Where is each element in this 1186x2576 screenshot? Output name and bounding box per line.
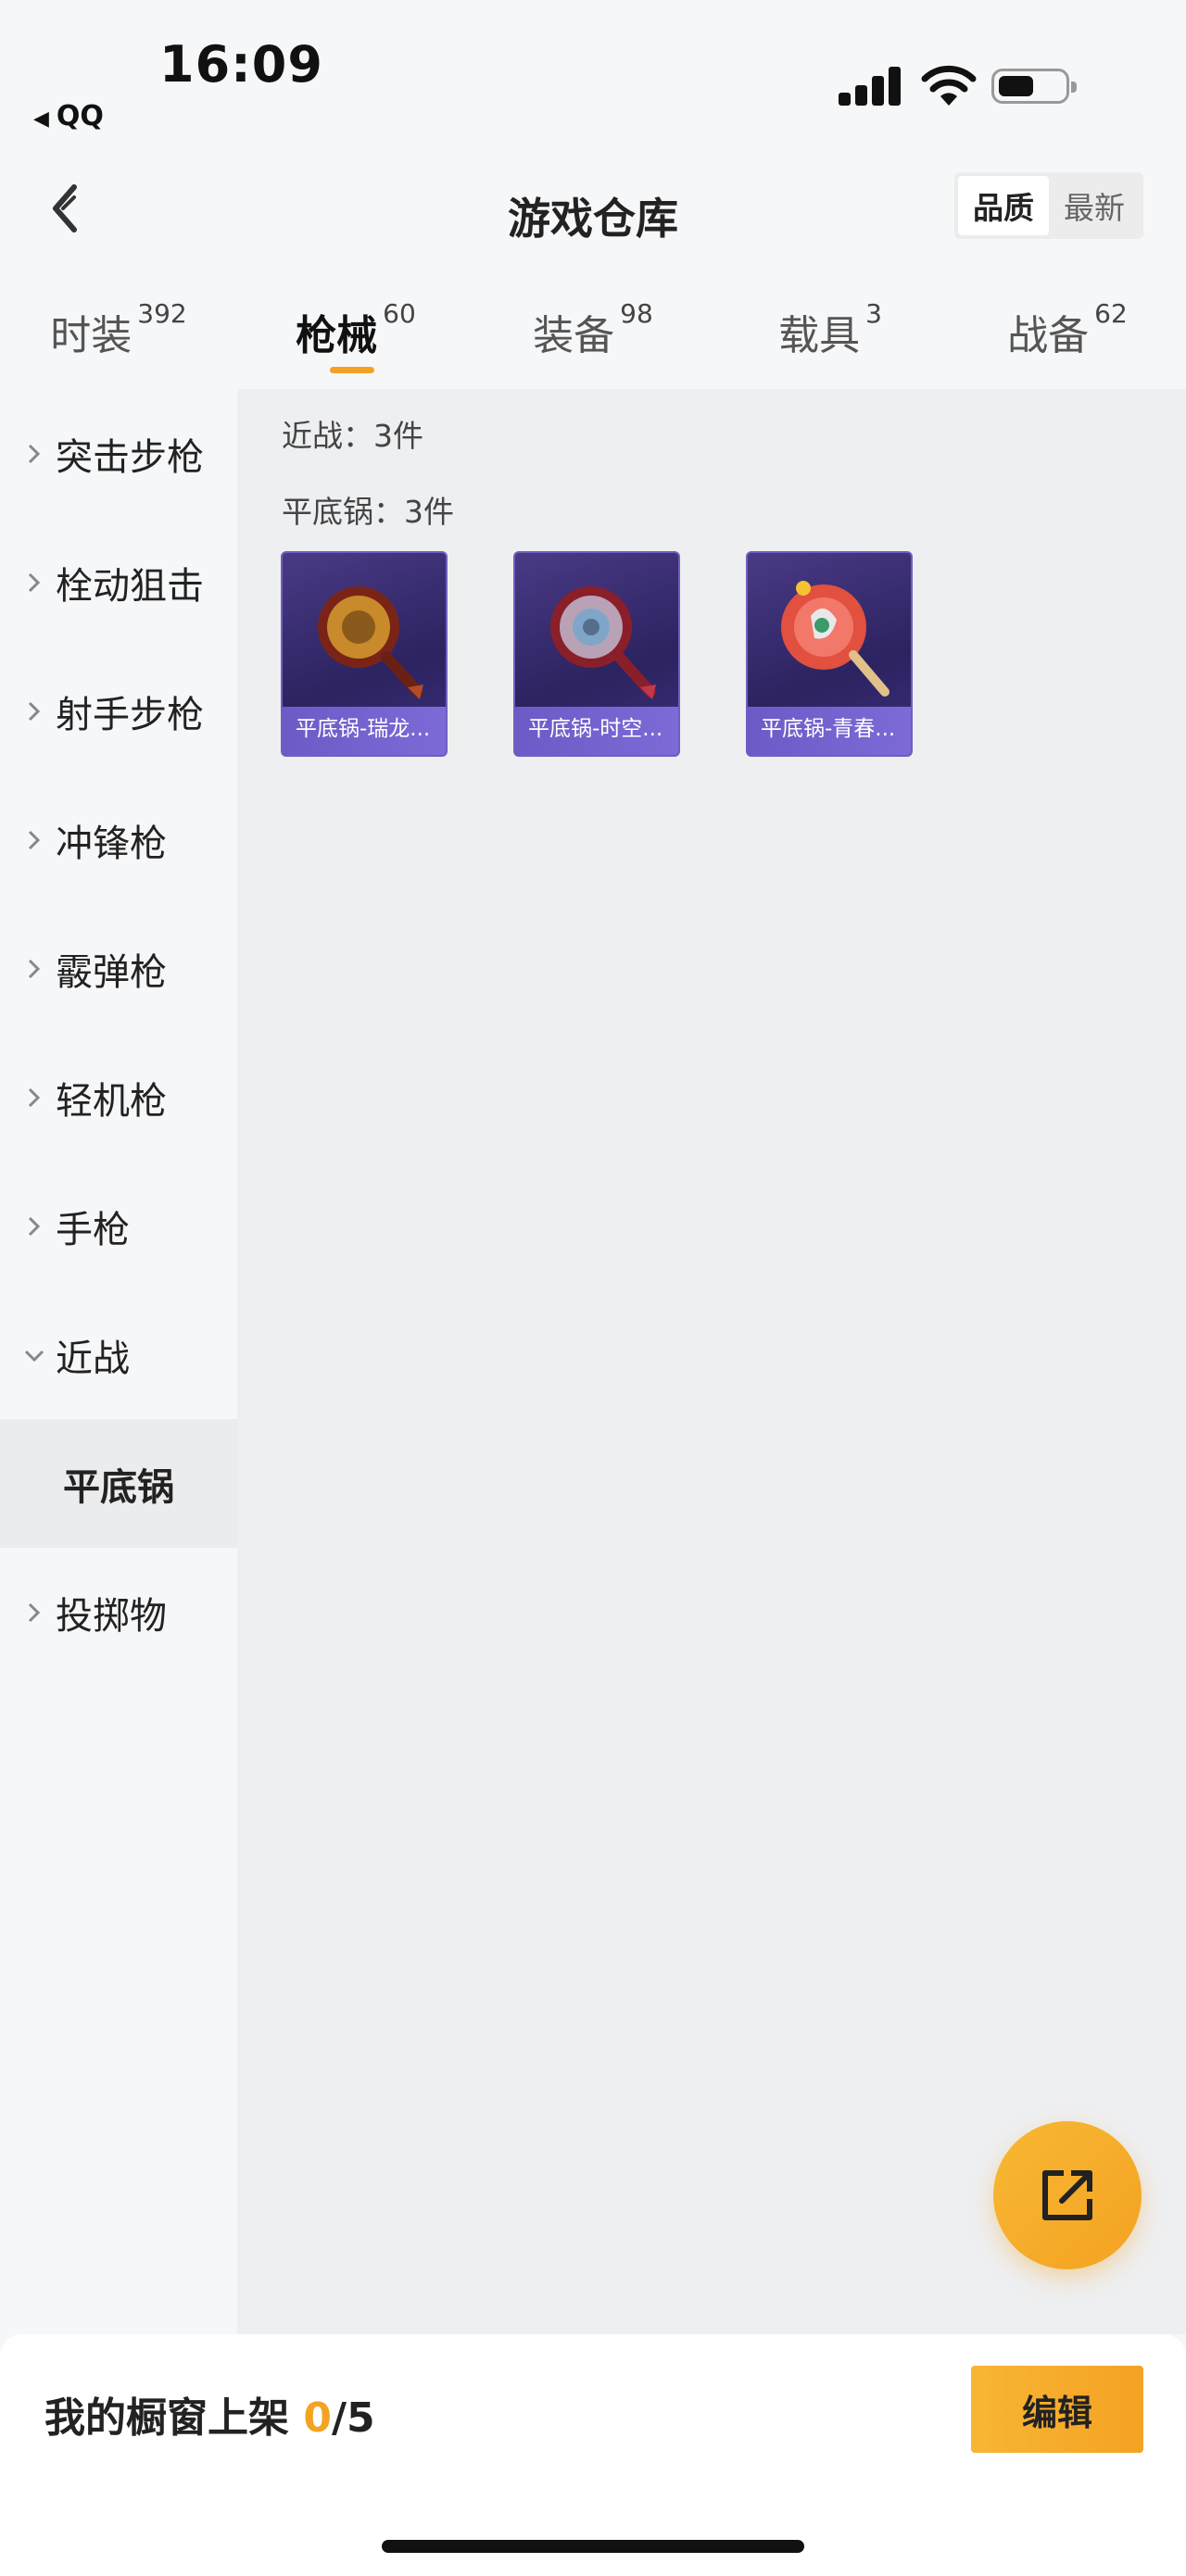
tab-count: 62: [1094, 298, 1128, 329]
back-triangle-icon: ◀: [33, 107, 49, 131]
frying-pan-icon: [318, 586, 423, 699]
tab-count: 60: [383, 298, 416, 329]
signal-icon: [839, 65, 903, 106]
tab-equipment[interactable]: 装备 98: [474, 278, 712, 389]
item-card[interactable]: 平底锅-青春...: [746, 551, 913, 757]
chevron-right-icon: [28, 830, 41, 849]
tab-fashion[interactable]: 时装 392: [0, 278, 237, 389]
tab-label: 载具: [778, 312, 861, 359]
sort-quality-button[interactable]: 品质: [958, 176, 1049, 235]
sidebar-item-pistol[interactable]: 手枪: [0, 1162, 237, 1290]
header: 游戏仓库 品质 最新: [0, 157, 1186, 269]
showcase-label: 我的橱窗上架: [44, 2394, 289, 2442]
sidebar-item-smg[interactable]: 冲锋枪: [0, 775, 237, 904]
sidebar-item-lmg[interactable]: 轻机枪: [0, 1033, 237, 1162]
sidebar-item-label: 近战: [56, 1337, 130, 1380]
share-external-icon: [1042, 2170, 1092, 2220]
sort-toggle: 品质 最新: [954, 172, 1143, 239]
system-icons: [839, 65, 1079, 111]
frying-pan-icon: [781, 581, 890, 697]
showcase-status: 我的橱窗上架 0/5: [44, 2384, 375, 2444]
item-card[interactable]: 平底锅-时空...: [513, 551, 680, 757]
tab-count: 98: [620, 298, 653, 329]
tab-supplies[interactable]: 战备 62: [949, 278, 1186, 389]
sidebar-item-label: 射手步枪: [56, 693, 204, 736]
tab-label: 时装: [50, 312, 132, 359]
sidebar-item-label: 冲锋枪: [56, 822, 167, 865]
status-time: 16:09: [159, 35, 323, 94]
sidebar: 突击步枪 栓动狙击 射手步枪 冲锋枪 霰弹枪 轻机枪 手枪 近战 平底锅 投掷物: [0, 389, 237, 2334]
tab-label: 装备: [533, 312, 615, 359]
sort-newest-button[interactable]: 最新: [1049, 176, 1140, 235]
sidebar-item-throwables[interactable]: 投掷物: [0, 1548, 237, 1677]
chevron-right-icon: [28, 701, 41, 721]
home-indicator[interactable]: [382, 2540, 804, 2553]
chevron-right-icon: [28, 1087, 41, 1107]
chevron-right-icon: [28, 444, 41, 463]
item-name: 平底锅-青春...: [761, 717, 896, 741]
content-panel: 近战：3件 平底锅：3件 平底锅-瑞龙... 平底锅-时空... 平底锅-青春.…: [237, 389, 1186, 2334]
tab-vehicles[interactable]: 载具 3: [712, 278, 949, 389]
sidebar-item-label: 平底锅: [63, 1465, 174, 1509]
frying-pan-icon: [550, 586, 656, 699]
chevron-right-icon: [28, 1216, 41, 1236]
back-to-app-link[interactable]: ◀ QQ: [33, 100, 104, 132]
subcategory-summary: 平底锅：3件: [282, 494, 454, 530]
sidebar-item-label: 投掷物: [56, 1594, 167, 1638]
status-bar: 16:09 ◀ QQ: [0, 0, 1186, 139]
active-tab-indicator: [330, 367, 374, 373]
sidebar-item-assault-rifle[interactable]: 突击步枪: [0, 389, 237, 518]
sidebar-item-label: 手枪: [56, 1208, 130, 1251]
sidebar-item-label: 轻机枪: [56, 1079, 167, 1123]
bottom-bar: 我的橱窗上架 0/5 编辑: [0, 2334, 1186, 2576]
tab-label: 枪械: [296, 312, 378, 359]
sidebar-subitem-frying-pan[interactable]: 平底锅: [0, 1419, 237, 1548]
tab-firearms[interactable]: 枪械 60: [237, 278, 474, 389]
share-button[interactable]: [993, 2121, 1142, 2269]
tab-count: 392: [137, 298, 187, 329]
sidebar-item-bolt-sniper[interactable]: 栓动狙击: [0, 518, 237, 647]
sidebar-item-label: 突击步枪: [56, 435, 204, 479]
back-app-label: QQ: [56, 100, 104, 132]
item-name: 平底锅-瑞龙...: [296, 717, 431, 741]
edit-button[interactable]: 编辑: [971, 2366, 1143, 2453]
battery-icon: [991, 69, 1077, 104]
chevron-right-icon: [28, 959, 41, 978]
category-tabs: 时装 392 枪械 60 装备 98 载具 3 战备 62: [0, 278, 1186, 389]
item-card[interactable]: 平底锅-瑞龙...: [281, 551, 448, 757]
chevron-right-icon: [28, 572, 41, 592]
item-name: 平底锅-时空...: [528, 717, 663, 741]
showcase-total-count: /5: [331, 2394, 375, 2442]
tab-count: 3: [865, 298, 882, 329]
chevron-right-icon: [28, 1602, 41, 1622]
item-grid: 平底锅-瑞龙... 平底锅-时空... 平底锅-青春...: [281, 551, 913, 757]
chevron-down-icon: [24, 1350, 44, 1362]
tab-label: 战备: [1007, 312, 1090, 359]
category-summary: 近战：3件: [282, 418, 423, 454]
sidebar-item-shotgun[interactable]: 霰弹枪: [0, 904, 237, 1033]
wifi-icon: [921, 65, 977, 106]
sidebar-item-label: 霰弹枪: [56, 950, 167, 994]
sidebar-item-melee[interactable]: 近战: [0, 1290, 237, 1419]
sidebar-item-label: 栓动狙击: [56, 564, 204, 608]
sidebar-item-marksman-rifle[interactable]: 射手步枪: [0, 647, 237, 775]
showcase-current-count: 0: [303, 2394, 332, 2442]
